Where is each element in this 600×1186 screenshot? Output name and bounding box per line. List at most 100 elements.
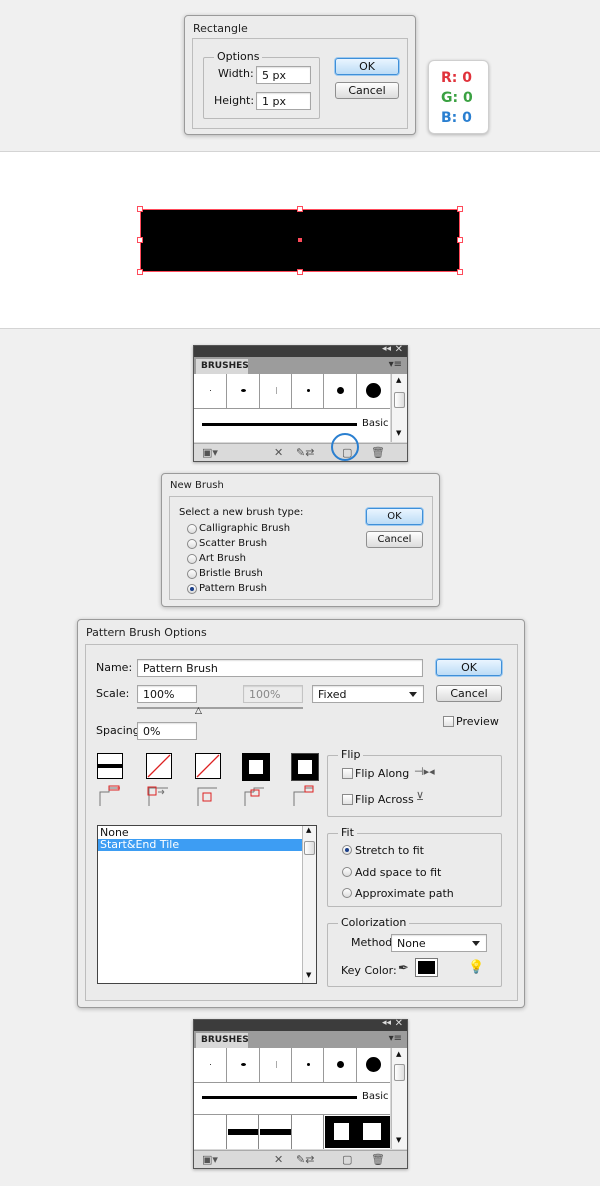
brush-cell-5[interactable] [324, 1048, 357, 1082]
brush-cell-2[interactable] [227, 1048, 260, 1082]
panel-tab-row: BRUSHES ▾≡ [194, 357, 407, 374]
pattern-start-tile [325, 1116, 357, 1148]
scroll-thumb[interactable] [394, 392, 405, 408]
eyedropper-icon[interactable]: ✒ [398, 961, 409, 976]
brush-libraries-icon[interactable]: ▣▾ [202, 447, 218, 458]
brush-cell-3[interactable] [260, 374, 292, 408]
close-icon[interactable]: ✕ [395, 344, 403, 355]
handle-tr[interactable] [457, 206, 463, 212]
delete-brush-icon[interactable]: 🗑 [371, 1154, 385, 1165]
radio-add-space[interactable] [342, 867, 352, 877]
ok-button[interactable]: OK [366, 508, 423, 525]
handle-br[interactable] [457, 269, 463, 275]
inner-corner-tile[interactable] [195, 753, 221, 779]
radio-approximate-path[interactable] [342, 888, 352, 898]
handle-tm[interactable] [297, 206, 303, 212]
pattern-brush-preview[interactable] [194, 1115, 390, 1149]
method-dropdown[interactable]: None [391, 934, 487, 952]
new-brush-highlight-ring [331, 433, 359, 461]
delete-brush-icon[interactable]: 🗑 [371, 447, 385, 458]
brush-cell-5[interactable] [324, 374, 357, 408]
basic-label: Basic [362, 418, 389, 429]
cancel-button[interactable]: Cancel [366, 531, 423, 548]
brush-cell-1[interactable] [194, 1048, 227, 1082]
panel-menu-icon[interactable]: ▾≡ [389, 1033, 402, 1044]
panel-menu-icon[interactable]: ▾≡ [389, 359, 402, 370]
list-item-start-end-tile[interactable]: Start&End Tile [98, 839, 302, 851]
handle-mr[interactable] [457, 237, 463, 243]
brush-options-icon[interactable]: ✎⇄ [296, 1154, 314, 1165]
list-scrollbar[interactable]: ▲ ▼ [302, 826, 316, 983]
brush-cell-4[interactable] [292, 1048, 324, 1082]
tab-brushes[interactable]: BRUSHES [196, 359, 249, 374]
spacing-field[interactable]: 0% [137, 722, 197, 740]
panel-titlebar: ◂◂ ✕ [194, 344, 407, 357]
dialog-body: Name: Pattern Brush OK Scale: 100% 100% … [85, 644, 518, 1001]
brush-cell-4[interactable] [292, 374, 324, 408]
brush-list: Basic [194, 1048, 390, 1149]
brush-libraries-icon[interactable]: ▣▾ [202, 1154, 218, 1165]
remove-stroke-icon[interactable]: ✕ [274, 447, 283, 458]
radio-bristle[interactable] [187, 569, 197, 579]
scroll-up-icon[interactable]: ▲ [396, 1050, 401, 1058]
radio-art[interactable] [187, 554, 197, 564]
collapse-icon[interactable]: ◂◂ [382, 344, 391, 354]
tab-brushes[interactable]: BRUSHES [196, 1033, 249, 1048]
side-tile[interactable] [97, 753, 123, 779]
radio-scatter[interactable] [187, 539, 197, 549]
list-scroll-up-icon[interactable]: ▲ [306, 826, 311, 834]
brush-cell-3[interactable] [260, 1048, 292, 1082]
radio-stretch-to-fit[interactable] [342, 845, 352, 855]
preview-label: Preview [456, 715, 499, 728]
new-brush-dialog: New Brush Select a new brush type: Calli… [161, 473, 440, 607]
new-brush-icon[interactable]: ▢ [342, 1154, 352, 1165]
panel-tab-row: BRUSHES ▾≡ [194, 1031, 407, 1048]
brush-cell-1[interactable] [194, 374, 227, 408]
brush-scrollbar[interactable]: ▲ ▼ [391, 374, 407, 442]
scale-slider-track[interactable] [137, 707, 303, 709]
cancel-button[interactable]: Cancel [335, 82, 399, 99]
tile-list[interactable]: None Start&End Tile ▲ ▼ [97, 825, 317, 984]
list-scroll-thumb[interactable] [304, 841, 315, 855]
ok-button[interactable]: OK [436, 659, 502, 676]
basic-stroke[interactable] [202, 423, 357, 426]
key-color-swatch[interactable] [415, 958, 438, 977]
scroll-up-icon[interactable]: ▲ [396, 376, 401, 384]
remove-stroke-icon[interactable]: ✕ [274, 1154, 283, 1165]
flip-along-checkbox[interactable] [342, 768, 353, 779]
width-field[interactable]: 5 px [256, 66, 311, 84]
end-tile[interactable] [291, 753, 319, 781]
outer-corner-tile[interactable] [146, 753, 172, 779]
list-scroll-down-icon[interactable]: ▼ [306, 971, 311, 979]
height-field[interactable]: 1 px [256, 92, 311, 110]
brush-options-icon[interactable]: ✎⇄ [296, 447, 314, 458]
basic-stroke[interactable] [202, 1096, 357, 1099]
brush-cell-6[interactable] [357, 1048, 390, 1082]
radio-calligraphic[interactable] [187, 524, 197, 534]
brush-cell-6[interactable] [357, 374, 390, 408]
tips-lightbulb-icon[interactable]: 💡 [468, 960, 484, 975]
handle-bl[interactable] [137, 269, 143, 275]
handle-tl[interactable] [137, 206, 143, 212]
name-field[interactable]: Pattern Brush [137, 659, 423, 677]
ok-button[interactable]: OK [335, 58, 399, 75]
scale-slider-thumb-icon[interactable]: △ [195, 707, 202, 716]
scroll-down-icon[interactable]: ▼ [396, 1136, 401, 1144]
scale-label: Scale: [96, 687, 130, 700]
scroll-down-icon[interactable]: ▼ [396, 429, 401, 437]
collapse-icon[interactable]: ◂◂ [382, 1018, 391, 1028]
start-tile[interactable] [242, 753, 270, 781]
flip-across-checkbox[interactable] [342, 794, 353, 805]
handle-ml[interactable] [137, 237, 143, 243]
preview-checkbox[interactable] [443, 716, 454, 727]
close-icon[interactable]: ✕ [395, 1018, 403, 1029]
scroll-thumb[interactable] [394, 1064, 405, 1081]
handle-bm[interactable] [297, 269, 303, 275]
dialog-body: Options Width: 5 px Height: 1 px OK Canc… [192, 38, 408, 129]
radio-pattern[interactable] [187, 584, 197, 594]
scale-field[interactable]: 100% [137, 685, 197, 703]
brush-cell-2[interactable] [227, 374, 260, 408]
cancel-button[interactable]: Cancel [436, 685, 502, 702]
scale-mode-dropdown[interactable]: Fixed [312, 685, 424, 703]
brush-scrollbar[interactable]: ▲ ▼ [391, 1048, 407, 1149]
